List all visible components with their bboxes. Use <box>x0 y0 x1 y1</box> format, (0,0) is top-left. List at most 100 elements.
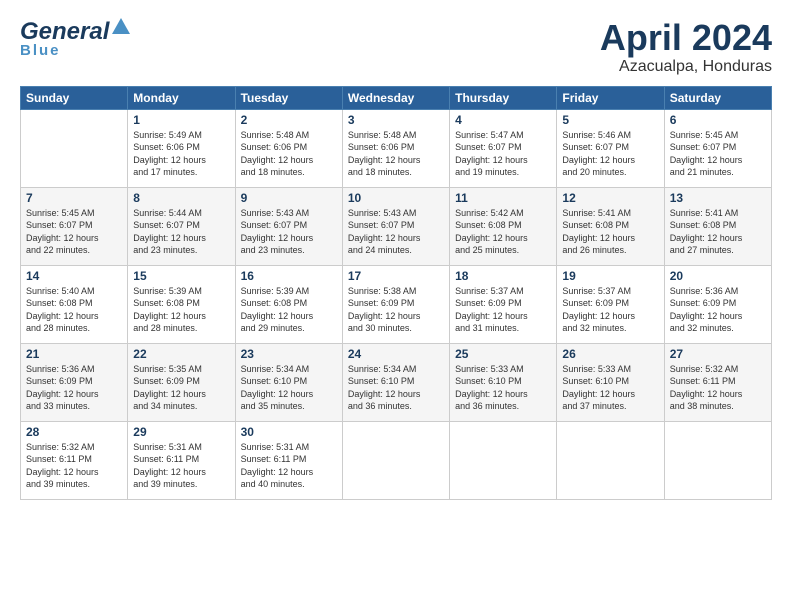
day-number: 22 <box>133 347 229 361</box>
logo-blue: Blue <box>20 42 61 59</box>
day-number: 26 <box>562 347 658 361</box>
page: General Blue April 2024 Azacualpa, Hondu… <box>0 0 792 612</box>
month-title: April 2024 <box>600 18 772 58</box>
day-info: Sunrise: 5:37 AM Sunset: 6:09 PM Dayligh… <box>455 285 551 335</box>
calendar-header-thursday: Thursday <box>450 86 557 109</box>
calendar-cell: 30 Sunrise: 5:31 AM Sunset: 6:11 PM Dayli… <box>235 421 342 499</box>
day-info: Sunrise: 5:41 AM Sunset: 6:08 PM Dayligh… <box>670 207 766 257</box>
day-number: 20 <box>670 269 766 283</box>
logo: General Blue <box>20 18 130 59</box>
day-info: Sunrise: 5:45 AM Sunset: 6:07 PM Dayligh… <box>26 207 122 257</box>
day-info: Sunrise: 5:34 AM Sunset: 6:10 PM Dayligh… <box>348 363 444 413</box>
calendar-cell <box>450 421 557 499</box>
header: General Blue April 2024 Azacualpa, Hondu… <box>20 18 772 76</box>
day-number: 29 <box>133 425 229 439</box>
day-info: Sunrise: 5:47 AM Sunset: 6:07 PM Dayligh… <box>455 129 551 179</box>
day-number: 6 <box>670 113 766 127</box>
calendar-cell: 26 Sunrise: 5:33 AM Sunset: 6:10 PM Dayli… <box>557 343 664 421</box>
day-info: Sunrise: 5:36 AM Sunset: 6:09 PM Dayligh… <box>26 363 122 413</box>
calendar-cell: 21 Sunrise: 5:36 AM Sunset: 6:09 PM Dayli… <box>21 343 128 421</box>
day-number: 13 <box>670 191 766 205</box>
calendar-cell: 15 Sunrise: 5:39 AM Sunset: 6:08 PM Dayli… <box>128 265 235 343</box>
calendar-cell: 12 Sunrise: 5:41 AM Sunset: 6:08 PM Dayli… <box>557 187 664 265</box>
calendar-cell: 5 Sunrise: 5:46 AM Sunset: 6:07 PM Daylig… <box>557 109 664 187</box>
calendar-header-monday: Monday <box>128 86 235 109</box>
day-info: Sunrise: 5:46 AM Sunset: 6:07 PM Dayligh… <box>562 129 658 179</box>
day-info: Sunrise: 5:39 AM Sunset: 6:08 PM Dayligh… <box>133 285 229 335</box>
day-info: Sunrise: 5:43 AM Sunset: 6:07 PM Dayligh… <box>348 207 444 257</box>
day-info: Sunrise: 5:31 AM Sunset: 6:11 PM Dayligh… <box>241 441 337 491</box>
calendar-cell: 2Sunrise: 5:48 AM Sunset: 6:06 PM Daylig… <box>235 109 342 187</box>
calendar-cell: 18 Sunrise: 5:37 AM Sunset: 6:09 PM Dayli… <box>450 265 557 343</box>
day-number: 19 <box>562 269 658 283</box>
title-area: April 2024 Azacualpa, Honduras <box>600 18 772 76</box>
calendar-cell: 23 Sunrise: 5:34 AM Sunset: 6:10 PM Dayli… <box>235 343 342 421</box>
calendar-cell: 13 Sunrise: 5:41 AM Sunset: 6:08 PM Dayli… <box>664 187 771 265</box>
day-number: 17 <box>348 269 444 283</box>
calendar-cell: 1Sunrise: 5:49 AM Sunset: 6:06 PM Daylig… <box>128 109 235 187</box>
calendar-week-5: 28 Sunrise: 5:32 AM Sunset: 6:11 PM Dayli… <box>21 421 772 499</box>
day-info: Sunrise: 5:48 AM Sunset: 6:06 PM Dayligh… <box>348 129 444 179</box>
calendar-cell: 14 Sunrise: 5:40 AM Sunset: 6:08 PM Dayli… <box>21 265 128 343</box>
day-info: Sunrise: 5:40 AM Sunset: 6:08 PM Dayligh… <box>26 285 122 335</box>
calendar-cell: 11 Sunrise: 5:42 AM Sunset: 6:08 PM Dayli… <box>450 187 557 265</box>
calendar-cell: 22 Sunrise: 5:35 AM Sunset: 6:09 PM Dayli… <box>128 343 235 421</box>
day-number: 27 <box>670 347 766 361</box>
calendar-cell: 25 Sunrise: 5:33 AM Sunset: 6:10 PM Dayli… <box>450 343 557 421</box>
calendar-cell: 4Sunrise: 5:47 AM Sunset: 6:07 PM Daylig… <box>450 109 557 187</box>
day-number: 8 <box>133 191 229 205</box>
calendar-header-tuesday: Tuesday <box>235 86 342 109</box>
calendar-cell: 20 Sunrise: 5:36 AM Sunset: 6:09 PM Dayli… <box>664 265 771 343</box>
day-info: Sunrise: 5:48 AM Sunset: 6:06 PM Dayligh… <box>241 129 337 179</box>
day-info: Sunrise: 5:41 AM Sunset: 6:08 PM Dayligh… <box>562 207 658 257</box>
calendar-cell: 29Sunrise: 5:31 AM Sunset: 6:11 PM Dayli… <box>128 421 235 499</box>
day-number: 1 <box>133 113 229 127</box>
day-info: Sunrise: 5:45 AM Sunset: 6:07 PM Dayligh… <box>670 129 766 179</box>
calendar-cell: 17 Sunrise: 5:38 AM Sunset: 6:09 PM Dayli… <box>342 265 449 343</box>
location: Azacualpa, Honduras <box>600 58 772 76</box>
day-number: 12 <box>562 191 658 205</box>
day-number: 28 <box>26 425 122 439</box>
day-info: Sunrise: 5:44 AM Sunset: 6:07 PM Dayligh… <box>133 207 229 257</box>
calendar-cell: 6 Sunrise: 5:45 AM Sunset: 6:07 PM Daylig… <box>664 109 771 187</box>
calendar-week-3: 14 Sunrise: 5:40 AM Sunset: 6:08 PM Dayli… <box>21 265 772 343</box>
day-number: 30 <box>241 425 337 439</box>
day-number: 15 <box>133 269 229 283</box>
day-info: Sunrise: 5:37 AM Sunset: 6:09 PM Dayligh… <box>562 285 658 335</box>
day-number: 5 <box>562 113 658 127</box>
calendar-cell: 8 Sunrise: 5:44 AM Sunset: 6:07 PM Daylig… <box>128 187 235 265</box>
day-number: 11 <box>455 191 551 205</box>
day-info: Sunrise: 5:33 AM Sunset: 6:10 PM Dayligh… <box>562 363 658 413</box>
day-info: Sunrise: 5:43 AM Sunset: 6:07 PM Dayligh… <box>241 207 337 257</box>
calendar-header-row: SundayMondayTuesdayWednesdayThursdayFrid… <box>21 86 772 109</box>
calendar-cell: 27 Sunrise: 5:32 AM Sunset: 6:11 PM Dayli… <box>664 343 771 421</box>
day-info: Sunrise: 5:34 AM Sunset: 6:10 PM Dayligh… <box>241 363 337 413</box>
day-info: Sunrise: 5:36 AM Sunset: 6:09 PM Dayligh… <box>670 285 766 335</box>
calendar-header-sunday: Sunday <box>21 86 128 109</box>
day-number: 18 <box>455 269 551 283</box>
day-number: 21 <box>26 347 122 361</box>
calendar-cell <box>342 421 449 499</box>
calendar-cell <box>557 421 664 499</box>
day-number: 14 <box>26 269 122 283</box>
calendar-cell: 24 Sunrise: 5:34 AM Sunset: 6:10 PM Dayli… <box>342 343 449 421</box>
calendar-cell: 9 Sunrise: 5:43 AM Sunset: 6:07 PM Daylig… <box>235 187 342 265</box>
calendar-cell: 19 Sunrise: 5:37 AM Sunset: 6:09 PM Dayli… <box>557 265 664 343</box>
day-info: Sunrise: 5:42 AM Sunset: 6:08 PM Dayligh… <box>455 207 551 257</box>
day-number: 10 <box>348 191 444 205</box>
day-number: 25 <box>455 347 551 361</box>
calendar-cell: 7Sunrise: 5:45 AM Sunset: 6:07 PM Daylig… <box>21 187 128 265</box>
calendar-cell: 28 Sunrise: 5:32 AM Sunset: 6:11 PM Dayli… <box>21 421 128 499</box>
day-info: Sunrise: 5:38 AM Sunset: 6:09 PM Dayligh… <box>348 285 444 335</box>
calendar-header-saturday: Saturday <box>664 86 771 109</box>
day-info: Sunrise: 5:35 AM Sunset: 6:09 PM Dayligh… <box>133 363 229 413</box>
day-number: 9 <box>241 191 337 205</box>
day-number: 24 <box>348 347 444 361</box>
day-number: 23 <box>241 347 337 361</box>
day-info: Sunrise: 5:32 AM Sunset: 6:11 PM Dayligh… <box>26 441 122 491</box>
day-info: Sunrise: 5:32 AM Sunset: 6:11 PM Dayligh… <box>670 363 766 413</box>
day-number: 3 <box>348 113 444 127</box>
calendar-week-2: 7Sunrise: 5:45 AM Sunset: 6:07 PM Daylig… <box>21 187 772 265</box>
day-info: Sunrise: 5:33 AM Sunset: 6:10 PM Dayligh… <box>455 363 551 413</box>
calendar-header-wednesday: Wednesday <box>342 86 449 109</box>
